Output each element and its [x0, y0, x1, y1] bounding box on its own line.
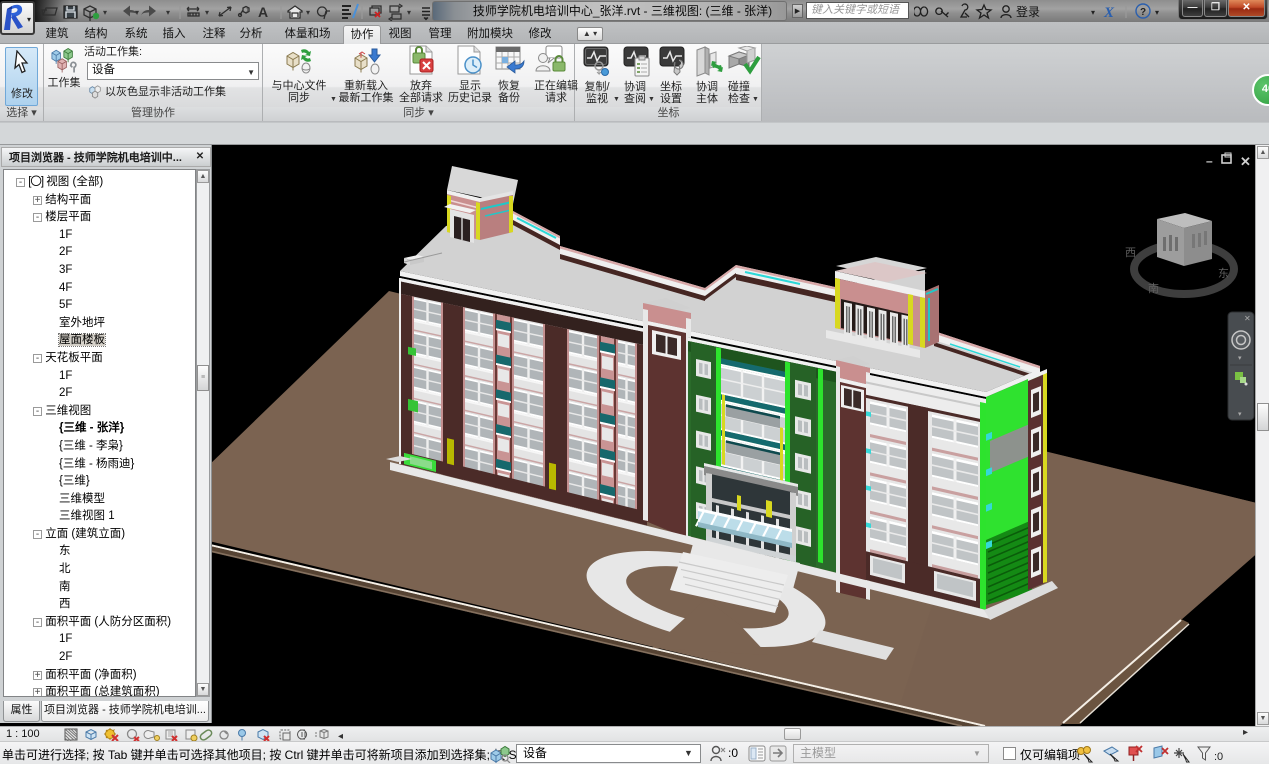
svg-text:西: 西 — [1125, 247, 1136, 259]
svg-text:登录: 登录 — [1016, 4, 1040, 19]
svg-text:▾: ▾ — [1238, 355, 1242, 362]
svg-text:?: ? — [1140, 7, 1146, 18]
svg-text:▾: ▾ — [103, 8, 107, 17]
svg-text:▾: ▾ — [1238, 411, 1242, 418]
svg-text:✕: ✕ — [1244, 314, 1251, 323]
svg-text:A: A — [258, 4, 268, 20]
svg-text:–: – — [1206, 154, 1213, 168]
svg-text:▾: ▾ — [1091, 8, 1095, 17]
svg-text::0: :0 — [1214, 751, 1223, 763]
svg-text:✕: ✕ — [1240, 154, 1251, 169]
svg-text:▾: ▾ — [407, 8, 411, 17]
svg-text:X: X — [1103, 5, 1115, 21]
svg-text:南: 南 — [1148, 282, 1159, 295]
svg-text:▾: ▾ — [306, 8, 310, 17]
svg-text:▾: ▾ — [1155, 8, 1159, 17]
svg-text:▾: ▾ — [205, 8, 209, 17]
svg-text:◂: ◂ — [338, 731, 343, 741]
svg-text:▾: ▾ — [135, 8, 139, 17]
svg-text:东: 东 — [1218, 267, 1229, 280]
svg-text:▾: ▾ — [166, 8, 170, 17]
